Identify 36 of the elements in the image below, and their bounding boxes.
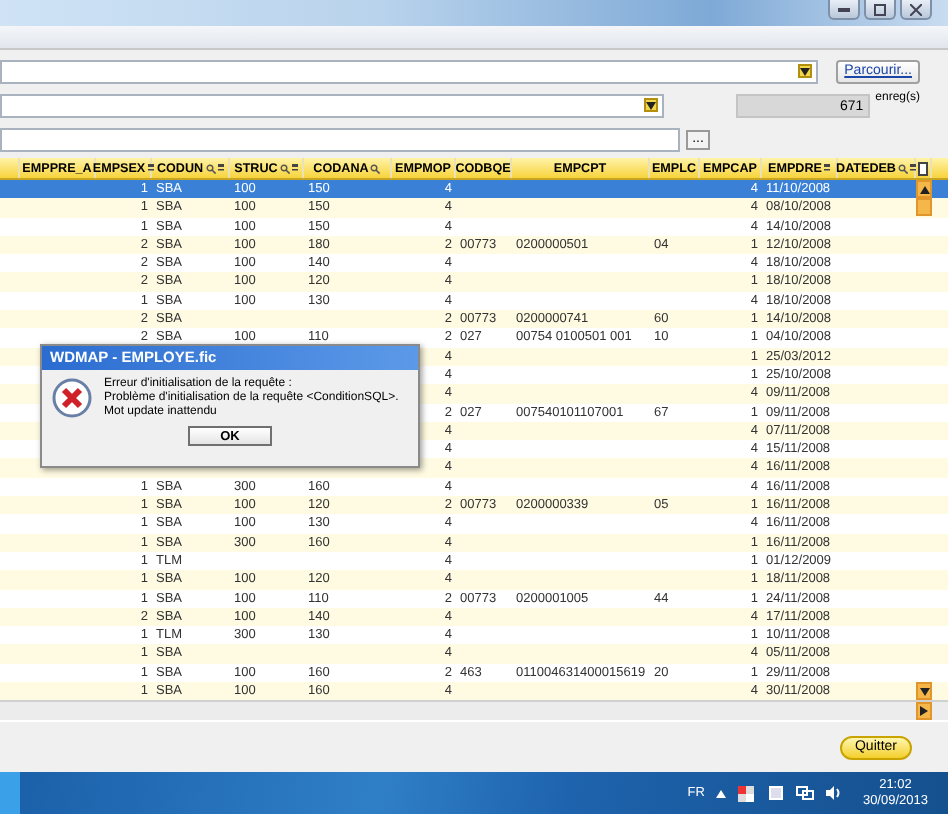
scroll-thumb[interactable] <box>916 198 932 217</box>
sort-icon[interactable] <box>147 163 154 173</box>
horizontal-scrollbar[interactable] <box>0 700 948 721</box>
search-icon[interactable] <box>279 163 290 173</box>
combo-field[interactable] <box>0 93 665 117</box>
scroll-down-button[interactable] <box>916 682 932 701</box>
combo-field[interactable] <box>0 59 819 83</box>
maximize-button[interactable] <box>864 0 896 20</box>
search-icon[interactable] <box>897 163 908 173</box>
search-icon[interactable] <box>370 163 381 173</box>
up-arrow-icon <box>919 185 929 193</box>
maximize-icon <box>874 3 886 15</box>
sort-icon[interactable] <box>909 163 916 173</box>
sort-icon[interactable] <box>217 163 224 173</box>
right-arrow-icon <box>920 706 928 717</box>
speaker-icon[interactable] <box>826 786 843 800</box>
column-picker-icon[interactable] <box>918 161 928 175</box>
start-button[interactable] <box>0 772 20 814</box>
input-field[interactable] <box>0 127 680 151</box>
error-icon <box>52 378 92 418</box>
down-arrow-icon <box>919 687 929 696</box>
caret-icon <box>646 101 657 109</box>
network-icon[interactable] <box>796 786 815 800</box>
caret-icon <box>800 67 811 75</box>
sort-icon[interactable] <box>291 163 298 173</box>
minimize-icon <box>838 7 850 11</box>
monitor-icon[interactable] <box>768 785 785 801</box>
minimize-button[interactable] <box>828 0 860 20</box>
scroll-up-button[interactable] <box>916 180 932 198</box>
flag-icon[interactable] <box>738 785 757 801</box>
scroll-right-button[interactable] <box>916 702 932 721</box>
sort-icon[interactable] <box>823 163 830 173</box>
close-icon <box>910 3 922 15</box>
close-button[interactable] <box>900 0 932 20</box>
search-icon[interactable] <box>205 163 216 173</box>
show-hidden-icons-icon[interactable] <box>716 789 727 797</box>
